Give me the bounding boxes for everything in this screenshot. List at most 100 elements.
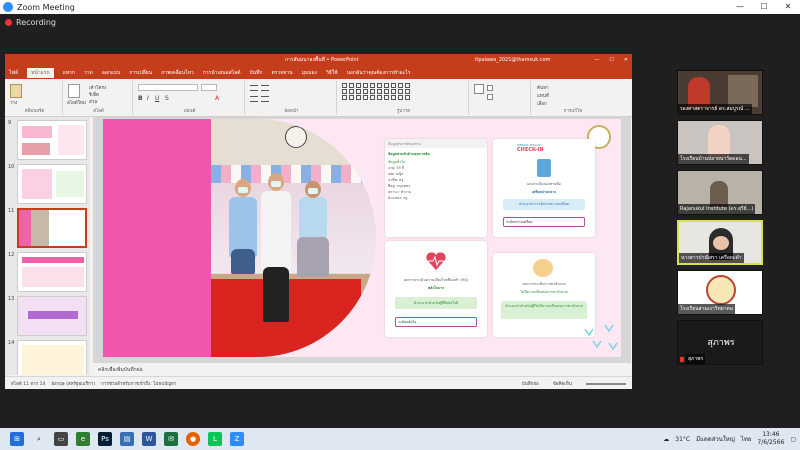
school-logo-icon [706,275,736,305]
word-icon[interactable]: W [142,432,156,446]
tab-view[interactable]: มุมมอง [302,69,317,77]
slide[interactable]: ข้อมูลสุขภาพของท่าน ข้อมูลส่วนตัวด้านสุข… [103,119,621,357]
card3-advice-button[interactable]: คำแนะนำสำหรับผู้ที่มีพลังใจดี [395,297,477,309]
bold-icon[interactable]: B [138,95,143,102]
edge-icon[interactable]: e [76,432,90,446]
numbering-icon[interactable] [261,85,269,91]
font-size-select[interactable] [201,84,217,91]
tab-file[interactable]: ไฟล์ [9,69,18,77]
line-icon[interactable]: L [208,432,222,446]
notification-icon[interactable]: ▢ [790,436,796,443]
tell-me-search[interactable]: บอกฉันว่าคุณต้องการทำอะไร [347,69,411,77]
ppt-close-button[interactable]: ✕ [624,57,628,63]
card3-select[interactable]: ระดับพลังใจ [395,317,477,327]
slide-thumbnail[interactable] [17,296,87,336]
participant-tile[interactable]: โรงเรียนสามเงาวิทยาคม [677,270,763,315]
zoom-slider[interactable] [586,382,626,385]
select-button[interactable]: เลือก [537,100,547,107]
drawing-label: รูปวาด [396,109,411,114]
firefox-icon[interactable]: ● [186,432,200,446]
bullets-icon[interactable] [250,85,258,91]
close-button[interactable]: ✕ [776,0,800,14]
minimize-button[interactable]: — [728,0,752,14]
align-left-icon[interactable] [250,96,258,102]
new-slide-icon[interactable] [68,84,80,98]
new-slide-button[interactable]: สไลด์ใหม่ [67,99,86,106]
tab-record[interactable]: บันทึก [250,69,263,77]
outlook-icon[interactable]: ✉ [164,432,178,446]
ppt-user[interactable]: itpalawa_2021@thamsuk.com [475,57,550,63]
slide-thumbnail[interactable] [17,120,87,160]
replace-button[interactable]: แทนที่ [537,92,549,99]
clock-icon [285,126,307,148]
participant-tile[interactable]: รองศาสตราจารย์ ดร.สมบูรณ์ ... [677,70,763,115]
quick-styles-icon[interactable] [474,84,484,94]
weather-text[interactable]: มีแดดส่วนใหญ่ [696,434,735,444]
slide-counter: สไลด์ 11 จาก 14 [11,381,46,387]
temperature[interactable]: 31°C [675,436,690,443]
clock-time: 13:46 [762,431,780,438]
participant-tile[interactable]: สุภาพร สุภาพร [677,320,763,365]
reset-button[interactable]: รีเซ็ต [89,91,99,98]
strike-icon[interactable]: S [165,95,169,102]
file-explorer-icon[interactable]: ▤ [120,432,134,446]
tab-insert[interactable]: แทรก [63,69,75,77]
photoshop-icon[interactable]: Ps [98,432,112,446]
input-language[interactable]: ไทย [741,434,752,444]
underline-icon[interactable]: U [155,95,159,102]
participant-tile[interactable]: โรงเรียนบ้านปลายนาวัดดอน... [677,120,763,165]
shape-outline-icon[interactable] [487,94,493,100]
tab-home[interactable]: หน้าแรก [27,67,54,78]
shapes-gallery[interactable] [342,83,465,100]
slide-thumbnail[interactable] [17,164,87,204]
accessibility-status[interactable]: การช่วยสำหรับการเข้าถึง: ไม่พบปัญหา [101,380,176,387]
tab-animations[interactable]: ภาพเคลื่อนไหว [161,69,194,77]
search-icon[interactable]: ⌕ [32,432,46,446]
font-name-select[interactable] [138,84,198,91]
notes-toggle[interactable]: บันทึกย่อ [522,380,539,387]
maximize-button[interactable]: ☐ [752,0,776,14]
section-button[interactable]: ส่วน [89,98,97,105]
font-color-icon[interactable]: A [215,95,219,102]
recording-indicator[interactable]: Recording [0,14,56,30]
tab-transitions[interactable]: การเปลี่ยน [129,69,152,77]
tab-slideshow[interactable]: การนำเสนอสไลด์ [203,69,241,77]
layout-button[interactable]: เค้าโครง [89,84,106,91]
slide-thumbnail[interactable] [17,340,87,375]
align-center-icon[interactable] [261,96,269,102]
italic-icon[interactable]: I [147,95,149,102]
zoom-app-icon[interactable]: Z [230,432,244,446]
card4-result: ไม่มีความเสี่ยงต่อการฆ่าตัวตาย [520,290,568,294]
comments-toggle[interactable]: ข้อคิดเห็น [553,380,572,387]
language-status[interactable]: อังกฤษ (สหรัฐอเมริกา) [51,380,95,387]
ppt-minimize-button[interactable]: — [594,57,599,63]
tab-help[interactable]: วิธีใช้ [326,69,338,77]
paste-button[interactable]: วาง [10,99,17,106]
slide-canvas[interactable]: ข้อมูลสุขภาพของท่าน ข้อมูลส่วนตัวด้านสุข… [93,117,631,375]
result-card-9q: ผลการประเมินความเสี่ยงโรคซึมเศร้า (9Q) พ… [385,241,487,337]
tab-design[interactable]: ออกแบบ [102,69,121,77]
thumb-number: 11 [8,208,15,214]
result-card-profile: ข้อมูลสุขภาพของท่าน ข้อมูลส่วนตัวด้านสุข… [385,139,487,237]
slides-label: สไลด์ [93,109,104,114]
find-button[interactable]: ค้นหา [537,84,549,91]
shape-fill-icon[interactable] [487,85,493,91]
card4-text: ผลการประเมินการฆ่าตัวตาย [522,282,566,286]
notes-pane[interactable]: คลิกเพื่อเพิ่มบันทึกย่อ [93,362,631,376]
thumb-number: 13 [8,296,15,302]
card2-select[interactable]: ระดับความเครียด [503,217,585,227]
card4-advice-button[interactable]: คำแนะนำสำหรับผู้ที่ไม่มีความเสี่ยงต่อการ… [501,301,587,319]
tab-draw[interactable]: วาด [84,69,93,77]
slide-photo[interactable] [211,119,376,357]
participant-tile-active-speaker[interactable]: นางสาวปาณิสรา เครือยะคำ [677,220,763,265]
clock[interactable]: 13:46 7/6/2566 [757,431,784,447]
task-view-icon[interactable]: ▭ [54,432,68,446]
paste-icon[interactable] [10,84,22,98]
windows-start-icon[interactable]: ⊞ [10,432,24,446]
card2-advice-button[interactable]: คำแนะนำการจัดการความเครียด [503,199,585,210]
slide-thumbnail[interactable] [17,252,87,292]
tab-review[interactable]: ตรวจทาน [271,69,292,77]
participant-tile[interactable]: Rajanukul Institute (ดร.สุรีย์...) [677,170,763,215]
slide-thumbnail-selected[interactable] [17,208,87,248]
ppt-maximize-button[interactable]: ☐ [609,57,613,63]
